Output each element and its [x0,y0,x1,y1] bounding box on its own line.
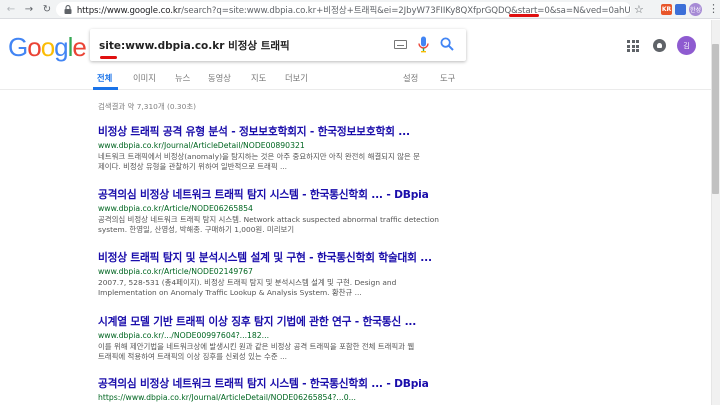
search-input[interactable] [99,39,389,51]
url-text: https://www.google.co.kr/search?q=site:w… [77,4,631,16]
result-url[interactable]: www.dbpia.co.kr/Journal/ArticleDetail/NO… [98,141,558,150]
back-arrow-icon[interactable]: ← [4,2,18,16]
result-url[interactable]: www.dbpia.co.kr/.../NODE00997604?...182.… [98,331,558,340]
logo-letter: g [54,32,69,62]
reload-icon[interactable]: ↻ [40,2,54,16]
result-snippet: 2007.7, 528-531 (총4페이지). 비정상 트래픽 탐지 및 분석… [98,278,453,299]
search-annotation-underline [100,56,117,59]
extension-kr-icon[interactable]: KR [661,4,672,15]
tab-videos[interactable]: 동영상 [208,72,231,84]
browser-menu-icon[interactable]: ⋮ [708,3,719,14]
bookmark-star-icon[interactable]: ☆ [634,3,644,16]
browser-toolbar: ← → ↻ https://www.google.co.kr/search?q=… [0,0,720,19]
url-annotation-underline [509,14,539,17]
notifications-icon[interactable] [653,39,666,52]
result-snippet: 공격의심 비정상 네트워크 트래픽 탐지 시스템. Network attack… [98,215,453,236]
result-title-link[interactable]: 비정상 트래픽 공격 유형 분석 - 정보보호학회지 - 한국정보보호학회 ..… [98,124,558,139]
result-snippet-line: 트래픽에 적용하여 트래픽의 이상 징후를 신뢰성 있는 수준 ... [98,352,288,362]
search-result: 공격의심 비정상 네트워크 트래픽 탐지 시스템 - 한국통신학회 ... - … [98,376,558,402]
logo-letter: o [27,32,42,62]
forward-arrow-icon[interactable]: → [22,2,36,16]
result-url[interactable]: www.dbpia.co.kr/Article/NODE02149767 [98,267,558,276]
profile-chip-label: 한성 [689,7,702,14]
tab-all[interactable]: 전체 [97,72,112,84]
keyboard-icon[interactable] [394,40,407,49]
url-host: https://www.google.co.kr [76,5,182,16]
tab-tools[interactable]: 도구 [440,72,455,84]
search-result: 공격의심 비정상 네트워크 트래픽 탐지 시스템 - 한국통신학회 ... - … [98,187,558,236]
result-title-link[interactable]: 공격의심 비정상 네트워크 트래픽 탐지 시스템 - 한국통신학회 ... - … [98,187,558,202]
search-tabs: 전체 이미지 뉴스 동영상 지도 더보기 설정 도구 [0,66,720,90]
profile-chip[interactable]: 한성 [689,3,702,16]
result-title-link[interactable]: 비정상 트래픽 탐지 및 분석시스템 설계 및 구현 - 한국통신학회 학술대회… [98,250,558,265]
result-stats: 검색결과 약 7,310개 (0.30초) [98,102,197,111]
result-snippet-line: 제이다. 비정상 유형을 관찰하기 위하여 일반적으로 트래픽 ... [98,162,288,172]
logo-letter: G [8,32,28,62]
search-result: 비정상 트래픽 탐지 및 분석시스템 설계 및 구현 - 한국통신학회 학술대회… [98,250,558,299]
microphone-icon[interactable] [417,36,430,53]
logo-letter: e [72,32,87,62]
search-result: 시계열 모델 기반 트래픽 이상 징후 탐지 기법에 관한 연구 - 한국통신 … [98,314,558,363]
avatar-label: 김 [683,41,690,50]
url-path: /search?q=site:www.dbpia.co.kr+비정상+트래픽&e… [181,5,631,16]
tab-settings[interactable]: 설정 [403,72,418,84]
account-avatar[interactable]: 김 [677,36,696,55]
google-logo[interactable]: Google [8,32,87,63]
tab-maps[interactable]: 지도 [251,72,266,84]
result-url[interactable]: www.dbpia.co.kr/Article/NODE06265854 [98,204,558,213]
result-snippet-line: system. 한영일, 산영성, 박해종. 구매하기 1,000원. 미리보기 [98,225,295,235]
apps-grid-icon[interactable] [627,40,639,52]
tab-more[interactable]: 더보기 [285,72,308,84]
search-result: 비정상 트래픽 공격 유형 분석 - 정보보호학회지 - 한국정보보호학회 ..… [98,124,558,173]
result-snippet-line: Implementation on Anomaly Traffic Lookup… [98,288,362,298]
extension-blue-icon[interactable] [675,4,686,15]
page-scrollbar-thumb[interactable] [712,44,719,194]
address-bar[interactable]: https://www.google.co.kr/search?q=site:w… [56,2,631,17]
result-title-link[interactable]: 공격의심 비정상 네트워크 트래픽 탐지 시스템 - 한국통신학회 ... - … [98,376,558,391]
result-snippet-line: 네트워크 트래픽에서 비정상(anomaly)을 탐지하는 것은 아주 중요하지… [98,152,420,161]
result-snippet: 네트워크 트래픽에서 비정상(anomaly)을 탐지하는 것은 아주 중요하지… [98,152,453,173]
result-snippet-line: 이를 위해 제안기법을 네트워크상에 발생시킨 원과 같은 비정상 공격 트래픽… [98,342,415,351]
tab-news[interactable]: 뉴스 [175,72,190,84]
result-title-link[interactable]: 시계열 모델 기반 트래픽 이상 징후 탐지 기법에 관한 연구 - 한국통신 … [98,314,558,329]
active-tab-underline [93,87,118,90]
tab-images[interactable]: 이미지 [133,72,156,84]
result-snippet-line: 공격의심 비정상 네트워크 트래픽 탐지 시스템. Network attack… [98,215,439,224]
search-icon[interactable] [440,37,454,51]
extension-kr-label: KR [661,6,672,13]
result-snippet: 이를 위해 제안기법을 네트워크상에 발생시킨 원과 같은 비정상 공격 트래픽… [98,342,453,363]
search-box [90,29,466,61]
lock-icon [63,5,73,15]
result-url[interactable]: https://www.dbpia.co.kr/Journal/ArticleD… [98,393,558,402]
logo-letter: o [40,32,56,62]
result-snippet-line: 2007.7, 528-531 (총4페이지). 비정상 트래픽 탐지 및 분석… [98,278,397,287]
